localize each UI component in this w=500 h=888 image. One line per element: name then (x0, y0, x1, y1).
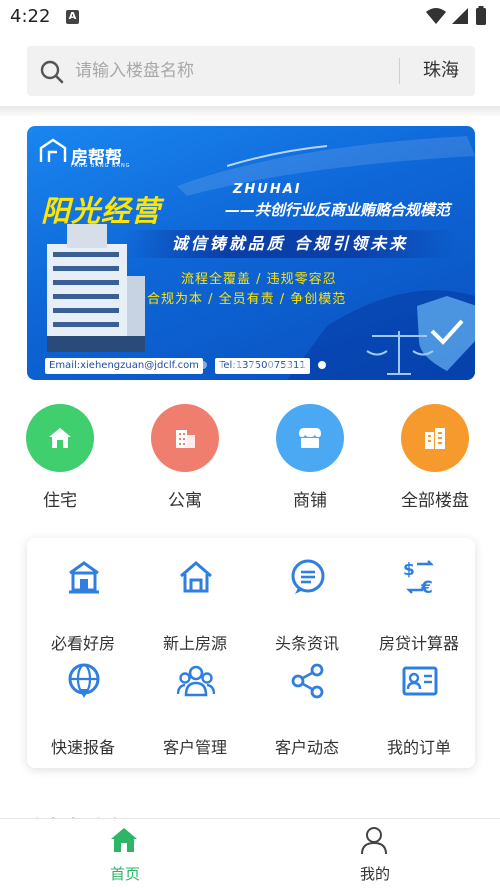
category-apartment[interactable]: 公寓 (140, 404, 230, 514)
carousel-dot[interactable] (267, 361, 275, 369)
banner-email: Email:xiehengzuan@jdclf.com (45, 358, 203, 374)
category-label: 商铺 (293, 491, 327, 511)
apartment-icon (176, 430, 195, 448)
status-time: 4:22 (10, 6, 51, 27)
service-label: 必看好房 (50, 634, 115, 653)
category-icon-bg (276, 404, 344, 472)
category-all-buildings[interactable]: 全部楼盘 (390, 404, 480, 514)
search-bar: 珠海 (0, 34, 500, 106)
service-label: 新上房源 (162, 634, 227, 653)
service-label: 头条资讯 (274, 634, 339, 653)
globe-report-icon (68, 663, 100, 698)
service-customer-activity[interactable]: 客户动态 (251, 662, 363, 757)
service-grid: 必看好房 新上房源 头条资讯 $ € 房贷计算器 快速报备 客户管理 客户动态 … (27, 538, 475, 768)
tab-home[interactable]: 首页 (0, 819, 250, 888)
share-nodes-icon (291, 663, 324, 699)
category-residential[interactable]: 住宅 (15, 404, 105, 514)
banner-subtitle: ——共创行业反商业贿赂合规模范 (225, 201, 451, 219)
carousel-dot[interactable] (199, 361, 207, 369)
service-label: 我的订单 (386, 738, 451, 757)
category-label: 全部楼盘 (401, 491, 469, 511)
order-card-icon (402, 666, 438, 696)
banner-line2: 合规为本 / 全员有责 / 争创模范 (147, 292, 347, 307)
brand-logo (39, 138, 67, 162)
service-new-listings[interactable]: 新上房源 (139, 558, 251, 653)
user-icon (361, 827, 387, 855)
carousel-dot[interactable] (301, 361, 309, 369)
news-bubble-icon (291, 559, 325, 594)
new-house-icon (180, 561, 212, 593)
carousel-dot[interactable] (216, 361, 224, 369)
banner-slogan: 诚信铸就品质 合规引领未来 (125, 230, 455, 258)
service-quick-report[interactable]: 快速报备 (27, 662, 139, 757)
carousel-dot[interactable] (318, 361, 326, 369)
notification-a-icon: A (66, 10, 79, 24)
wifi-icon (426, 8, 446, 24)
battery-icon (476, 8, 486, 25)
tab-mine[interactable]: 我的 (250, 819, 500, 888)
carousel-indicator[interactable] (199, 354, 335, 369)
city-selector[interactable]: 珠海 (407, 46, 475, 96)
service-label: 快速报备 (50, 738, 115, 757)
service-must-see[interactable]: 必看好房 (27, 558, 139, 653)
status-icons (426, 6, 486, 25)
service-label: 客户动态 (274, 738, 339, 757)
currency-exchange-icon: $ € (403, 560, 434, 596)
promo-banner[interactable]: 房帮帮 FANG BANG BANG ZHUHAI 阳光经营 ——共创行业反商业… (27, 126, 475, 380)
shop-icon (299, 428, 321, 448)
carousel-dot[interactable] (250, 361, 258, 369)
search-box[interactable]: 珠海 (27, 46, 475, 96)
buildings-icon (425, 428, 445, 449)
banner-city: ZHUHAI (233, 182, 302, 197)
category-icon-bg (26, 404, 94, 472)
status-bar: 4:22 A (0, 0, 500, 34)
service-label: 房贷计算器 (378, 634, 459, 653)
service-headlines[interactable]: 头条资讯 (251, 558, 363, 653)
category-icon-bg (151, 404, 219, 472)
header-shadow (0, 106, 500, 116)
search-input[interactable] (75, 46, 375, 96)
carousel-dot[interactable] (233, 361, 241, 369)
svg-text:€: € (420, 578, 433, 596)
signal-icon (452, 8, 468, 24)
category-shop[interactable]: 商铺 (265, 404, 355, 514)
service-customer-management[interactable]: 客户管理 (139, 662, 251, 757)
banner-brand-sub: FANG BANG BANG (71, 163, 131, 169)
customers-icon (177, 665, 215, 697)
category-row: 住宅 公寓 商铺 全部楼盘 (0, 404, 500, 514)
carousel-dot[interactable] (284, 361, 292, 369)
house-icon (49, 428, 71, 448)
banner-title: 阳光经营 (41, 194, 162, 228)
house-outline-icon (69, 561, 99, 594)
service-my-orders[interactable]: 我的订单 (363, 662, 475, 757)
tab-mine-label: 我的 (359, 865, 390, 883)
service-mortgage-calculator[interactable]: $ € 房贷计算器 (363, 558, 475, 653)
svg-text:$: $ (403, 560, 415, 580)
tab-home-label: 首页 (109, 865, 140, 883)
bottom-tab-bar: 首页 我的 (0, 818, 500, 888)
search-icon (40, 60, 64, 84)
banner-line1: 流程全覆盖 / 违规零容忍 (181, 272, 337, 287)
service-label: 客户管理 (162, 738, 227, 757)
category-icon-bg (401, 404, 469, 472)
home-icon (111, 828, 137, 852)
search-divider (399, 58, 400, 84)
category-label: 公寓 (168, 491, 202, 511)
category-label: 住宅 (43, 491, 77, 511)
